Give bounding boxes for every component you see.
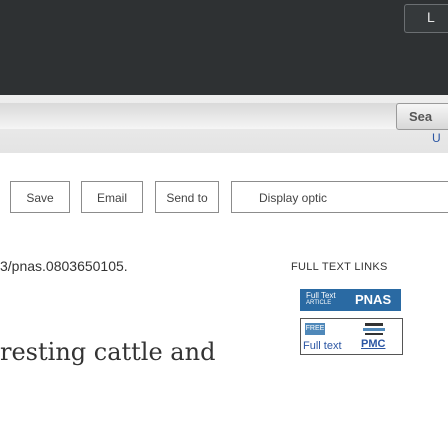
pmc-full-text-link[interactable]: FREE Full text PMC [300, 318, 403, 355]
article-doi[interactable]: 3/pnas.0803650105. [0, 258, 128, 274]
action-toolbar: Save Email Send to Display optic [0, 181, 448, 215]
full-text-links-heading: FULL TEXT LINKS [291, 261, 388, 273]
email-button[interactable]: Email [81, 181, 143, 213]
user-guide-link[interactable]: U [432, 131, 441, 145]
pnas-article-label: ARTICLE [306, 300, 332, 306]
send-to-button[interactable]: Send to [155, 181, 219, 213]
pnas-full-text-label: Full Text [306, 291, 336, 300]
pmc-logo-text: PMC [361, 338, 386, 350]
article-title: resting cattle and [0, 338, 216, 366]
login-label: L [427, 9, 435, 25]
free-badge: FREE [305, 323, 325, 335]
header-banner: L [0, 0, 448, 95]
pmc-logo-icon [363, 323, 385, 335]
login-button[interactable]: L [404, 4, 448, 33]
pmc-full-text-label: Full text [303, 340, 342, 352]
pnas-logo-text: PNAS [355, 292, 392, 307]
save-button[interactable]: Save [10, 181, 70, 213]
search-input[interactable] [0, 103, 400, 129]
display-options-button[interactable]: Display optic [231, 181, 448, 213]
pnas-full-text-link[interactable]: Full Text ARTICLE PNAS [300, 289, 401, 311]
search-bar: Sea U [0, 95, 448, 153]
search-button[interactable]: Sea [396, 103, 448, 130]
